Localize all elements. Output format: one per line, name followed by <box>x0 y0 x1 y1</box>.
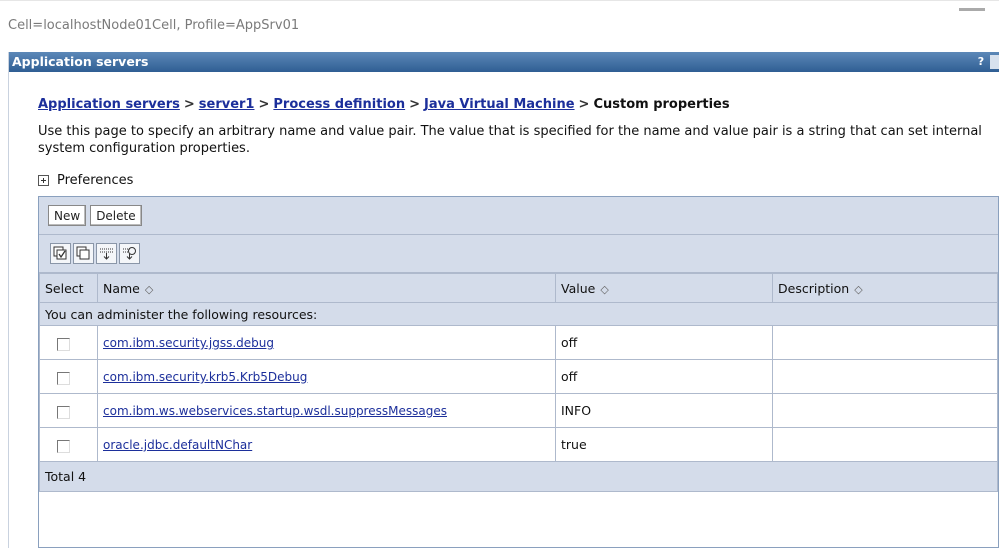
table-row: oracle.jdbc.defaultNChar true <box>39 427 998 462</box>
name-cell: oracle.jdbc.defaultNChar <box>97 427 556 462</box>
button-bar: New Delete <box>39 197 998 235</box>
row-select-cell <box>39 359 98 394</box>
value-cell: off <box>555 325 773 360</box>
column-header-name-label: Name <box>103 280 140 296</box>
clear-filter-icon[interactable] <box>119 243 140 264</box>
breadcrumb: Application servers > server1 > Process defi… <box>38 97 730 112</box>
value-cell: off <box>555 359 773 394</box>
row-checkbox[interactable] <box>57 371 70 385</box>
window-control[interactable] <box>959 8 985 11</box>
properties-table: Select Name ◇ Value ◇ Description ◇ You can… <box>39 273 998 492</box>
description-cell <box>772 325 998 360</box>
table-row: com.ibm.ws.webservices.startup.wsdl.supp… <box>39 393 998 428</box>
column-header-name[interactable]: Name ◇ <box>97 273 556 303</box>
scope-label: Cell=localhostNode01Cell, Profile=AppSrv… <box>8 18 300 33</box>
column-header-value[interactable]: Value ◇ <box>555 273 773 303</box>
sort-icon[interactable]: ◇ <box>145 283 153 296</box>
row-select-cell <box>39 325 98 360</box>
property-name-link[interactable]: com.ibm.security.jgss.debug <box>103 336 274 350</box>
show-filter-icon[interactable] <box>96 243 117 264</box>
description-cell <box>772 393 998 428</box>
portlet-title: Application servers <box>12 54 149 69</box>
name-cell: com.ibm.security.jgss.debug <box>97 325 556 360</box>
page-description: Use this page to specify an arbitrary na… <box>38 124 982 156</box>
description-cell <box>772 427 998 462</box>
breadcrumb-separator: > <box>258 97 270 112</box>
breadcrumb-server1[interactable]: server1 <box>199 97 255 112</box>
table-note-row: You can administer the following resourc… <box>39 302 998 326</box>
description-cell <box>772 359 998 394</box>
portlet-title-bar: Application servers ? <box>9 52 999 72</box>
delete-button[interactable]: Delete <box>90 205 142 226</box>
application-servers-portlet: Application servers ? Application server… <box>8 52 999 548</box>
table-header-row: Select Name ◇ Value ◇ Description ◇ <box>39 273 998 303</box>
breadcrumb-java-virtual-machine[interactable]: Java Virtual Machine <box>424 97 575 112</box>
table-row: com.ibm.security.jgss.debug off <box>39 325 998 360</box>
breadcrumb-separator: > <box>409 97 421 112</box>
total-count: Total 4 <box>39 461 998 492</box>
help-icon[interactable]: ? <box>975 55 987 69</box>
sort-icon[interactable]: ◇ <box>600 283 608 296</box>
preferences-label: Preferences <box>57 173 134 188</box>
name-cell: com.ibm.ws.webservices.startup.wsdl.supp… <box>97 393 556 428</box>
table-note: You can administer the following resourc… <box>39 302 998 326</box>
deselect-all-icon[interactable] <box>73 243 94 264</box>
table-row: com.ibm.security.krb5.Krb5Debug off <box>39 359 998 394</box>
row-checkbox[interactable] <box>57 337 70 351</box>
expand-icon[interactable] <box>38 175 49 186</box>
value-cell: true <box>555 427 773 462</box>
property-name-link[interactable]: com.ibm.security.krb5.Krb5Debug <box>103 370 307 384</box>
minimize-icon[interactable] <box>990 55 999 69</box>
top-border <box>0 0 999 6</box>
breadcrumb-application-servers[interactable]: Application servers <box>38 97 180 112</box>
new-button[interactable]: New <box>48 205 87 226</box>
column-header-select: Select <box>39 273 98 303</box>
custom-properties-collection: New Delete Select Name ◇ Value ◇ Descrip… <box>38 196 999 548</box>
sort-icon[interactable]: ◇ <box>854 283 862 296</box>
row-select-cell <box>39 393 98 428</box>
preferences-toggle[interactable]: Preferences <box>38 173 133 188</box>
table-toolbar <box>39 235 998 273</box>
breadcrumb-separator: > <box>183 97 195 112</box>
property-name-link[interactable]: com.ibm.ws.webservices.startup.wsdl.supp… <box>103 404 447 418</box>
row-select-cell <box>39 427 98 462</box>
name-cell: com.ibm.security.krb5.Krb5Debug <box>97 359 556 394</box>
breadcrumb-process-definition[interactable]: Process definition <box>273 97 405 112</box>
breadcrumb-separator: > <box>578 97 590 112</box>
column-header-value-label: Value <box>561 280 596 296</box>
property-name-link[interactable]: oracle.jdbc.defaultNChar <box>103 438 252 452</box>
select-all-icon[interactable] <box>50 243 71 264</box>
column-header-description[interactable]: Description ◇ <box>772 273 998 303</box>
column-header-description-label: Description <box>778 280 850 296</box>
row-checkbox[interactable] <box>57 439 70 453</box>
value-cell: INFO <box>555 393 773 428</box>
row-checkbox[interactable] <box>57 405 70 419</box>
breadcrumb-current: Custom properties <box>593 97 730 112</box>
table-total-row: Total 4 <box>39 461 998 492</box>
